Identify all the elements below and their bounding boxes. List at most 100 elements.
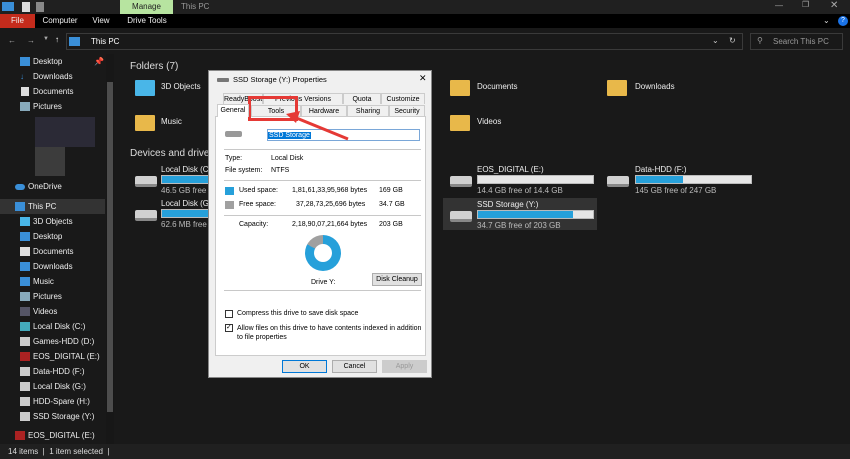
sidebar-item[interactable]: SSD Storage (Y:) (0, 409, 105, 424)
folder-downloads[interactable]: Downloads (635, 82, 675, 91)
help-icon[interactable]: ? (838, 16, 848, 26)
recent-dropdown[interactable]: ▼ (43, 36, 49, 42)
drive-name: Local Disk (G:) (161, 199, 214, 208)
item-icon (20, 277, 30, 286)
sidebar-item[interactable]: Games-HDD (D:) (0, 334, 105, 349)
tab-security[interactable]: Security (389, 105, 425, 116)
3d-objects-icon (135, 80, 155, 96)
sidebar-item-this-pc[interactable]: This PC (0, 199, 105, 214)
chevron-down-icon[interactable]: ⌄ (712, 36, 719, 45)
expand-ribbon-icon[interactable]: ⌄ (823, 16, 830, 25)
sidebar-item-onedrive[interactable]: OneDrive (0, 179, 105, 194)
item-icon (20, 322, 30, 331)
sidebar-item-pictures[interactable]: Pictures (0, 99, 105, 114)
manage-tab[interactable]: Manage (120, 0, 173, 14)
search-icon: ⚲ (757, 36, 763, 45)
downloads-icon: ↓ (20, 72, 24, 81)
drive-icon (607, 176, 629, 187)
cancel-button[interactable]: Cancel (332, 360, 377, 373)
item-icon (20, 232, 30, 241)
fs-value: NTFS (271, 167, 290, 174)
folder-videos[interactable]: Videos (477, 117, 501, 126)
tab-customize[interactable]: Customize (381, 93, 425, 104)
this-pc-icon (15, 202, 25, 211)
sidebar-item-eos-digital[interactable]: EOS_DIGITAL (E:) (0, 428, 105, 443)
free-gb: 34.7 GB (379, 201, 405, 208)
folder-documents[interactable]: Documents (477, 82, 517, 91)
free-color-swatch (225, 201, 234, 209)
item-icon (20, 337, 30, 346)
sidebar-item[interactable]: HDD-Spare (H:) (0, 394, 105, 409)
capacity-label: Capacity: (239, 221, 269, 228)
sidebar-item[interactable]: Downloads (0, 259, 105, 274)
used-gb: 169 GB (379, 187, 403, 194)
sidebar-item[interactable]: Data-HDD (F:) (0, 364, 105, 379)
label: EOS_DIGITAL (E:) (33, 352, 100, 361)
breadcrumb[interactable]: This PC (91, 37, 119, 46)
index-checkbox[interactable]: ✓ (225, 324, 233, 332)
back-button[interactable]: ← (8, 36, 16, 45)
folder-3d-objects[interactable]: 3D Objects (161, 82, 201, 91)
drive-free-space: 62.6 MB free o (161, 220, 214, 229)
properties-icon[interactable] (22, 2, 30, 12)
drive-icon (450, 211, 472, 222)
refresh-button[interactable]: ↻ (729, 36, 736, 45)
label: Games-HDD (D:) (33, 337, 95, 346)
maximize-button[interactable]: ❐ (802, 0, 809, 9)
sidebar-item-documents[interactable]: Documents (0, 84, 105, 99)
free-label: Free space: (239, 201, 276, 208)
sidebar-item[interactable]: Documents (0, 244, 105, 259)
minimize-button[interactable]: — (775, 1, 783, 10)
new-folder-icon[interactable] (36, 2, 44, 12)
used-color-swatch (225, 187, 234, 195)
scrollbar-thumb[interactable] (107, 82, 113, 412)
tab-drive-tools[interactable]: Drive Tools (122, 14, 172, 28)
label: Local Disk (C:) (33, 322, 86, 331)
item-icon (20, 382, 30, 391)
compress-checkbox[interactable] (225, 310, 233, 318)
sidebar-item[interactable]: Local Disk (G:) (0, 379, 105, 394)
label: Music (33, 277, 54, 286)
sidebar-item[interactable]: Music (0, 274, 105, 289)
ok-button[interactable]: OK (282, 360, 327, 373)
tab-quota[interactable]: Quota (343, 93, 381, 104)
sidebar-item[interactable]: Desktop (0, 229, 105, 244)
label: HDD-Spare (H:) (33, 397, 90, 406)
item-icon (20, 367, 30, 376)
pictures-icon (20, 102, 30, 111)
close-button[interactable]: ✕ (830, 0, 838, 11)
used-bytes: 1,81,61,33,95,968 bytes (292, 187, 368, 194)
videos-folder-icon (450, 115, 470, 131)
sidebar-item-desktop[interactable]: Desktop 📌 (0, 54, 105, 69)
tab-view[interactable]: View (86, 14, 116, 28)
sidebar-item[interactable]: Videos (0, 304, 105, 319)
drive-name: EOS_DIGITAL (E:) (477, 165, 544, 174)
label: Downloads (33, 72, 73, 81)
label: Pictures (33, 102, 62, 111)
item-icon (20, 262, 30, 271)
folder-music[interactable]: Music (161, 117, 182, 126)
sidebar-item[interactable]: Local Disk (C:) (0, 319, 105, 334)
drives-header[interactable]: Devices and drives (130, 148, 214, 159)
this-pc-icon (69, 37, 80, 46)
sidebar-item-downloads[interactable]: ↓ Downloads (0, 69, 105, 84)
folders-header[interactable]: Folders (7) (130, 61, 178, 72)
search-input[interactable]: Search This PC (750, 33, 843, 50)
selected-count: 1 item selected (49, 447, 104, 456)
sidebar-item[interactable]: 3D Objects (0, 214, 105, 229)
forward-button[interactable]: → (27, 36, 35, 45)
cloud-icon (15, 184, 25, 190)
address-bar[interactable]: This PC ⌄ ↻ (66, 33, 743, 50)
item-icon (20, 307, 30, 316)
tab-computer[interactable]: Computer (40, 14, 80, 28)
tab-file[interactable]: File (0, 14, 35, 28)
tab-general[interactable]: General (217, 104, 249, 117)
up-button[interactable]: ↑ (55, 35, 59, 44)
apply-button[interactable]: Apply (382, 360, 427, 373)
sidebar-item[interactable]: Pictures (0, 289, 105, 304)
drive-icon (135, 176, 157, 187)
label: SSD Storage (Y:) (33, 412, 95, 421)
dialog-close-button[interactable]: ✕ (419, 73, 427, 84)
disk-cleanup-button[interactable]: Disk Cleanup (372, 273, 422, 286)
sidebar-item[interactable]: EOS_DIGITAL (E:) (0, 349, 105, 364)
